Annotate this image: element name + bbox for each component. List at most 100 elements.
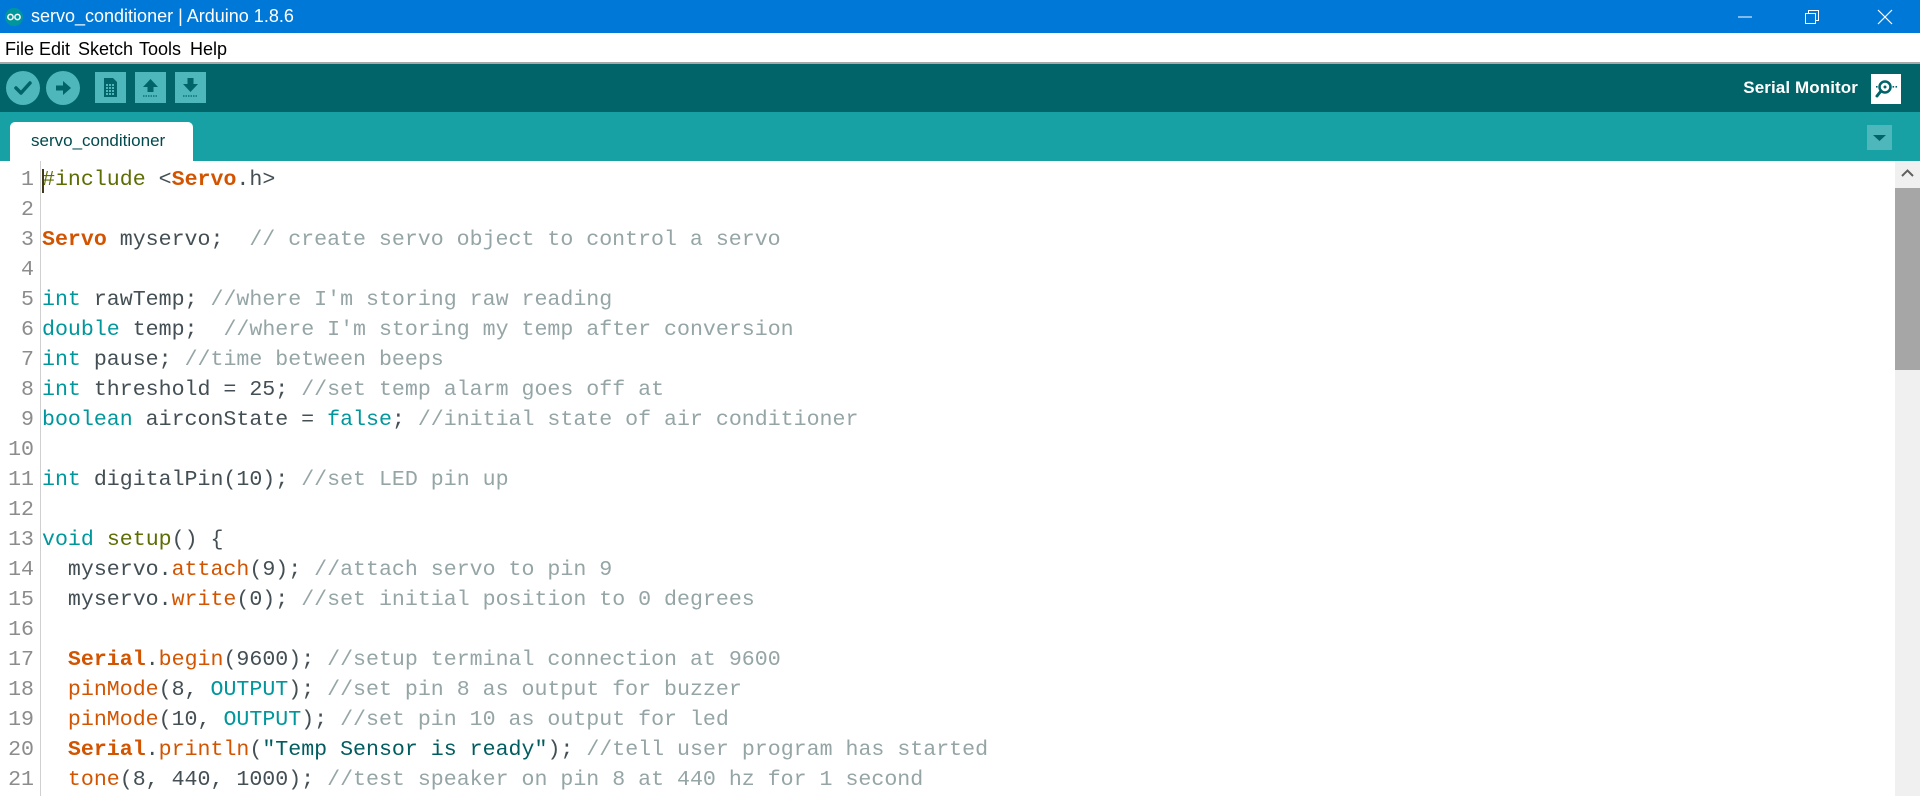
code-token: ); [547, 738, 587, 762]
code-token: setup [106, 528, 172, 552]
code-token: digitalPin(10); [80, 468, 302, 492]
minimize-icon [1738, 16, 1752, 17]
code-token: temp; [119, 318, 224, 342]
new-sketch-button[interactable] [95, 72, 126, 103]
code-line: 3 Servo myservo; // create servo object t… [0, 225, 1895, 255]
menu-file[interactable]: File [5, 39, 34, 59]
code-token: double [42, 318, 120, 342]
code-token: boolean [42, 408, 133, 432]
code-token: //setup terminal connection at 9600 [327, 648, 781, 672]
code-line: 1 #include <Servo.h> [0, 165, 1895, 195]
code-line: 6 double temp; //where I'm storing my tem… [0, 315, 1895, 345]
code-token: println [158, 738, 250, 762]
code-token: tone [67, 768, 120, 792]
save-button[interactable] [175, 72, 206, 103]
open-button[interactable] [135, 72, 166, 103]
code-token: (10, [158, 708, 224, 732]
menu-edit[interactable]: Edit [39, 39, 70, 59]
menu-help[interactable]: Help [190, 39, 227, 59]
code-token: Serial [67, 738, 146, 762]
code-text: tone(8, 440, 1000); //test speaker on pi… [42, 765, 923, 795]
caret-down-icon [1873, 135, 1886, 141]
code-text: #include <Servo.h> [42, 165, 275, 195]
upload-button[interactable] [46, 71, 80, 105]
code-line: 15 myservo.write(0); //set initial posit… [0, 585, 1895, 615]
code-token: .h> [236, 168, 276, 192]
code-token: int [42, 348, 81, 372]
code-token: #include [42, 168, 159, 192]
line-number: 3 [21, 228, 34, 252]
close-icon [1877, 9, 1893, 24]
close-button[interactable] [1850, 0, 1920, 33]
code-editor[interactable]: 1 #include <Servo.h> 2 3 Servo myservo; // c… [0, 161, 1895, 796]
code-line: 21 tone(8, 440, 1000); //test speaker on… [0, 765, 1895, 795]
code-line: 13 void setup() { [0, 525, 1895, 555]
tab-servo-conditioner[interactable]: servo_conditioner [10, 122, 193, 161]
line-number: 20 [8, 738, 34, 762]
code-token: Servo [171, 168, 237, 192]
code-token: int [42, 468, 81, 492]
scroll-up-button[interactable] [1895, 161, 1920, 187]
restore-button[interactable] [1777, 0, 1847, 33]
chevron-up-icon [1901, 169, 1914, 177]
serial-monitor-button[interactable] [1871, 74, 1901, 104]
code-token: OUTPUT [223, 708, 302, 732]
code-line: 14 myservo.attach(9); //attach servo to … [0, 555, 1895, 585]
code-token: write [171, 588, 237, 612]
code-line: 20 Serial.println("Temp Sensor is ready"… [0, 735, 1895, 765]
code-token: //set temp alarm goes off at [301, 378, 665, 402]
code-token: //set pin 10 as output for led [340, 708, 729, 732]
line-number: 15 [8, 588, 34, 612]
code-token: ( [249, 738, 263, 762]
menu-tools[interactable]: Tools [139, 39, 181, 59]
code-token: //test speaker on pin 8 at 440 hz for 1 … [327, 768, 924, 792]
code-token: //set initial position to 0 degrees [301, 588, 755, 612]
line-number: 13 [8, 528, 34, 552]
code-text: Serial.println("Temp Sensor is ready"); … [42, 735, 988, 765]
code-token: . [145, 738, 159, 762]
code-token: ); [288, 678, 328, 702]
magnifier-icon [1875, 80, 1898, 98]
menu-bar: File Edit Sketch Tools Help [0, 33, 1920, 64]
line-number: 11 [8, 468, 34, 492]
code-token: (9); [249, 558, 315, 582]
menu-sketch[interactable]: Sketch [78, 39, 133, 59]
title-bar: servo_conditioner | Arduino 1.8.6 [0, 0, 1920, 33]
code-token: myservo; [106, 228, 250, 252]
line-number: 2 [21, 198, 34, 222]
arrow-down-icon [183, 78, 198, 97]
code-text: Serial.begin(9600); //setup terminal con… [42, 645, 781, 675]
scrollbar-thumb[interactable] [1895, 188, 1920, 370]
code-token: //attach servo to pin 9 [314, 558, 613, 582]
line-number: 18 [8, 678, 34, 702]
code-text: void setup() { [42, 525, 223, 555]
code-token: //set LED pin up [301, 468, 509, 492]
serial-monitor-label: Serial Monitor [1743, 78, 1858, 97]
code-token: //where I'm storing raw reading [210, 288, 613, 312]
code-token: Serial [67, 648, 146, 672]
line-number: 21 [8, 768, 34, 792]
code-text: int rawTemp; //where I'm storing raw rea… [42, 285, 612, 315]
arrow-right-icon [56, 81, 71, 95]
code-token: pinMode [67, 678, 159, 702]
line-number: 5 [21, 288, 34, 312]
vertical-scrollbar[interactable] [1895, 161, 1920, 796]
line-number: 9 [21, 408, 34, 432]
code-token: threshold = 25; [80, 378, 302, 402]
code-line: 10 [0, 435, 1895, 465]
tab-menu-button[interactable] [1867, 125, 1892, 150]
code-token: < [158, 168, 172, 192]
tab-label: servo_conditioner [31, 131, 166, 150]
verify-button[interactable] [6, 71, 40, 105]
code-token: //time between beeps [184, 348, 444, 372]
line-number: 7 [21, 348, 34, 372]
arduino-logo-icon [5, 8, 23, 26]
code-text: myservo.write(0); //set initial position… [42, 585, 755, 615]
minimize-button[interactable] [1710, 0, 1780, 33]
code-text: boolean airconState = false; //initial s… [42, 405, 858, 435]
code-token: false [327, 408, 392, 432]
